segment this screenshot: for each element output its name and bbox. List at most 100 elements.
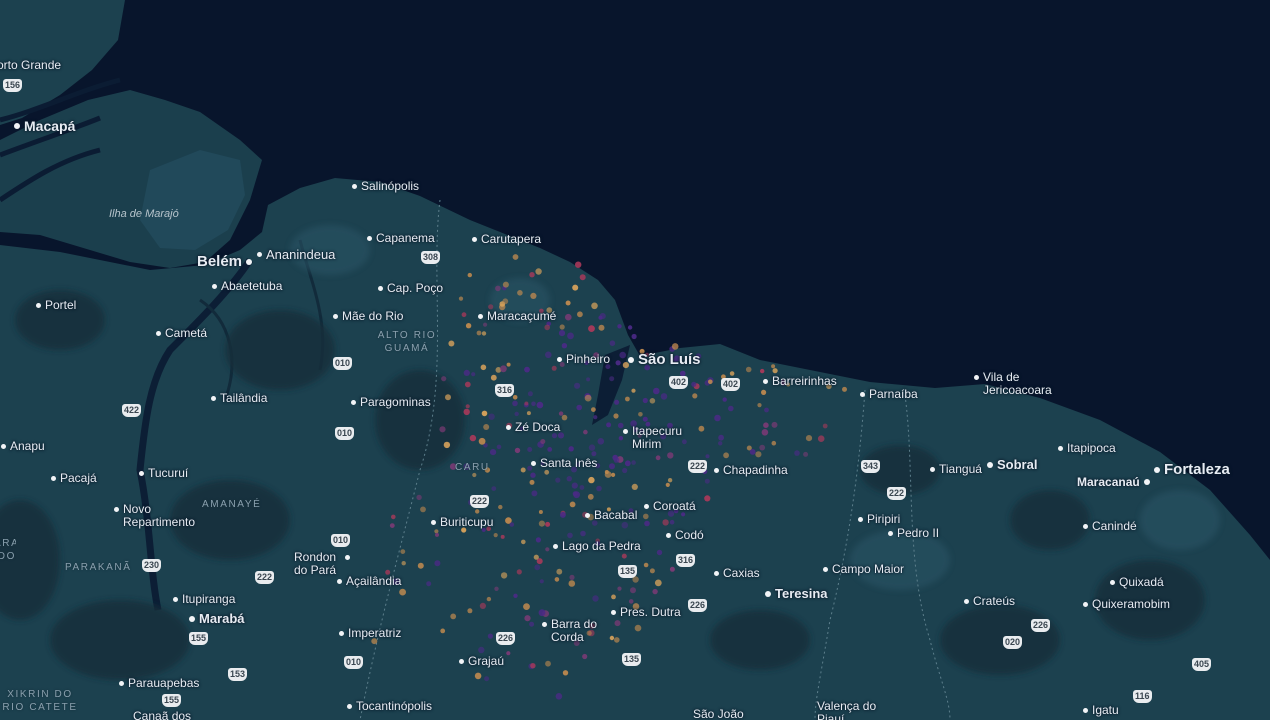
place-maraba[interactable]: Marabá xyxy=(189,611,245,626)
place-caxias[interactable]: Caxias xyxy=(714,566,760,580)
place-quixeramobim[interactable]: Quixeramobim xyxy=(1083,597,1170,611)
place-capanema[interactable]: Capanema xyxy=(367,231,435,245)
place-marker xyxy=(611,609,616,615)
heat-dot xyxy=(481,410,488,417)
place-valenca-do-piaui[interactable]: Valença do Piauí xyxy=(817,700,879,720)
place-tailandia[interactable]: Tailândia xyxy=(211,391,267,405)
heat-dot xyxy=(498,504,503,510)
place-barreirinhas[interactable]: Barreirinhas xyxy=(763,374,837,388)
place-grajau[interactable]: Grajaú xyxy=(459,654,504,668)
place-paragominas[interactable]: Paragominas xyxy=(351,395,431,409)
heat-dot xyxy=(547,447,553,452)
heat-dot xyxy=(822,423,828,429)
place-marker xyxy=(585,512,590,518)
place-marker xyxy=(156,330,161,336)
place-parauapebas[interactable]: Parauapebas xyxy=(119,676,199,690)
place-itapecuru-mirim[interactable]: Itapecuru Mirim xyxy=(623,425,687,451)
heat-dot xyxy=(530,292,537,299)
place-crateus[interactable]: Crateús xyxy=(964,594,1015,608)
place-marker xyxy=(351,399,356,405)
place-maracanau[interactable]: Maracanaú xyxy=(1077,475,1150,489)
place-pres-dutra[interactable]: Pres. Dutra xyxy=(611,605,681,619)
place-canaa-dos-carajas[interactable]: Canaã dos xyxy=(133,709,191,720)
place-macapa[interactable]: Macapá xyxy=(14,118,75,134)
heat-dot xyxy=(555,477,561,483)
place-lago-da-pedra[interactable]: Lago da Pedra xyxy=(553,539,641,553)
place-fortaleza[interactable]: Fortaleza xyxy=(1154,461,1230,478)
heat-dot xyxy=(416,494,422,501)
place-piripiri[interactable]: Piripiri xyxy=(858,512,900,526)
place-caninde[interactable]: Canindé xyxy=(1083,519,1137,533)
place-ananindeua[interactable]: Ananindeua xyxy=(257,247,335,262)
heat-dot xyxy=(583,429,588,435)
place-teresina[interactable]: Teresina xyxy=(765,586,828,601)
place-ze-doca[interactable]: Zé Doca xyxy=(506,420,560,434)
place-porto-grande[interactable]: orto Grande xyxy=(0,58,61,72)
heat-dot xyxy=(757,403,762,408)
place-cameta[interactable]: Cametá xyxy=(156,326,207,340)
heat-dot xyxy=(649,398,656,404)
heat-dot xyxy=(448,340,455,347)
place-sao-joao[interactable]: São João xyxy=(693,707,744,720)
heat-dot xyxy=(512,400,518,407)
place-pacaja[interactable]: Pacajá xyxy=(51,471,97,485)
place-label: Santa Inês xyxy=(540,456,598,470)
heat-dot xyxy=(718,441,723,446)
place-itapipoca[interactable]: Itapipoca xyxy=(1058,441,1116,455)
place-igatu[interactable]: Igatu xyxy=(1083,703,1119,717)
place-imperatriz[interactable]: Imperatriz xyxy=(339,626,401,640)
heat-dot xyxy=(631,333,637,340)
place-sao-luis[interactable]: São Luís xyxy=(628,351,701,368)
place-salinopolis[interactable]: Salinópolis xyxy=(352,179,419,193)
heat-dot xyxy=(420,506,426,513)
place-pedro-ii[interactable]: Pedro II xyxy=(888,526,939,540)
place-campo-maior[interactable]: Campo Maior xyxy=(823,562,904,576)
place-bacabal[interactable]: Bacabal xyxy=(585,508,637,522)
heat-dot xyxy=(544,324,550,331)
place-marker xyxy=(1,443,6,449)
heat-dot xyxy=(478,437,486,445)
heat-dot xyxy=(533,554,539,560)
heat-dot xyxy=(609,463,615,470)
place-mae-do-rio[interactable]: Mãe do Rio xyxy=(333,309,403,323)
place-pinheiro[interactable]: Pinheiro xyxy=(557,352,610,366)
place-abaetetuba[interactable]: Abaetetuba xyxy=(212,279,282,293)
heat-dot xyxy=(568,580,576,587)
place-marker xyxy=(553,543,558,549)
heat-dot xyxy=(491,486,497,491)
place-belem[interactable]: Belém xyxy=(197,253,253,270)
place-novo-repartimento[interactable]: Novo Repartimento xyxy=(114,503,204,529)
place-parnaiba[interactable]: Parnaíba xyxy=(860,387,918,401)
place-portel[interactable]: Portel xyxy=(36,298,76,312)
place-tocantinopolis[interactable]: Tocantinópolis xyxy=(347,699,432,713)
place-carutapera[interactable]: Carutapera xyxy=(472,232,541,246)
place-buriticupu[interactable]: Buriticupu xyxy=(431,515,493,529)
region-label: AMANAYÉ xyxy=(202,499,262,510)
place-tucurui[interactable]: Tucuruí xyxy=(139,466,188,480)
place-codo[interactable]: Codó xyxy=(666,528,704,542)
place-coroata[interactable]: Coroatá xyxy=(644,499,696,513)
place-barra-do-corda[interactable]: Barra do Corda xyxy=(542,618,602,644)
heat-dot xyxy=(479,602,486,610)
place-anapu[interactable]: Anapu xyxy=(1,439,45,453)
place-acailandia[interactable]: Açailândia xyxy=(337,574,401,588)
heat-dot xyxy=(644,520,650,527)
heat-dot xyxy=(569,574,575,581)
place-santa-ines[interactable]: Santa Inês xyxy=(531,456,597,470)
region-label: XIKRIN DO RIO CATETE xyxy=(2,689,78,713)
highway-shield: 405 xyxy=(1192,658,1212,671)
map-canvas[interactable]: orto Grande Macapá Salinópolis Capanema … xyxy=(0,0,1270,720)
heat-dot xyxy=(617,586,622,591)
place-marker xyxy=(1058,445,1063,451)
place-quixada[interactable]: Quixadá xyxy=(1110,575,1164,589)
place-jericoacoara[interactable]: Vila de Jericoacoara xyxy=(974,371,1064,397)
heat-dot xyxy=(760,368,765,374)
heat-dot xyxy=(772,368,778,374)
place-chapadinha[interactable]: Chapadinha xyxy=(714,463,788,477)
place-sobral[interactable]: Sobral xyxy=(987,457,1037,472)
place-marker xyxy=(557,356,562,362)
place-maracacume[interactable]: Maracaçumé xyxy=(478,309,556,323)
place-tiangua[interactable]: Tianguá xyxy=(930,462,982,476)
place-itupiranga[interactable]: Itupiranga xyxy=(173,592,235,606)
place-cap-poco[interactable]: Cap. Poço xyxy=(378,281,443,295)
